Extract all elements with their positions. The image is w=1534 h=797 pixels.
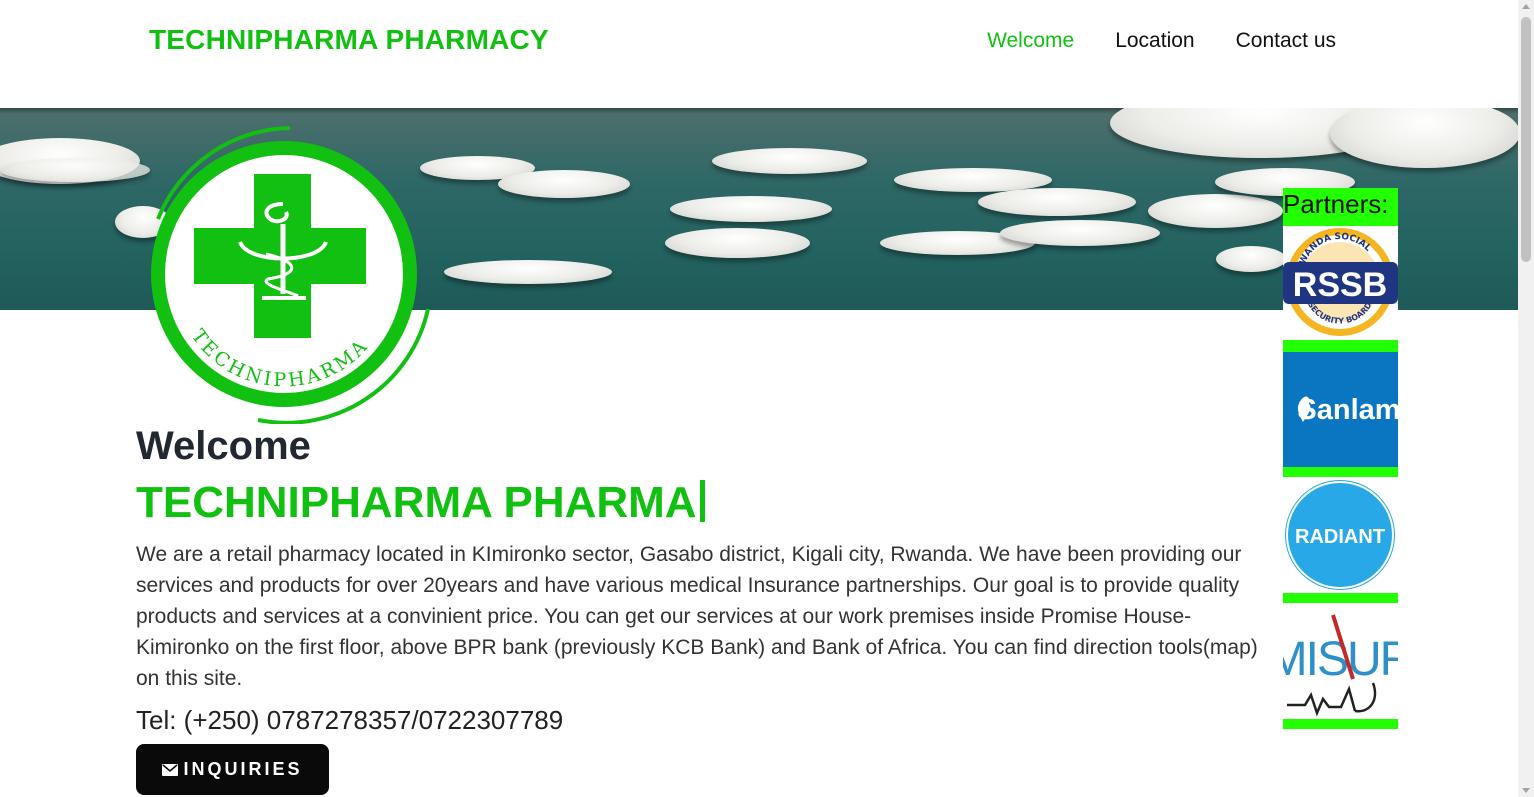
inquiries-label: INQUIRIES <box>183 759 303 779</box>
partners-title: Partners: <box>1283 188 1398 226</box>
typed-text: TECHNIPHARMA PHARMA <box>136 478 697 527</box>
pill-shape <box>1148 194 1283 228</box>
telephone-text: Tel: (+250) 0787278357/0722307789 <box>136 705 564 735</box>
partner-separator <box>1283 593 1398 603</box>
partner-rssb[interactable]: RWANDA SOCIAL SECURITY BOARD RSSB <box>1283 226 1398 340</box>
about-description: We are a retail pharmacy located in KImi… <box>136 543 1258 690</box>
pill-shape <box>1216 246 1286 272</box>
pill-shape <box>1000 220 1160 246</box>
radiant-logo-icon: RADIANT <box>1285 480 1395 590</box>
partner-radiant[interactable]: RADIANT <box>1283 477 1398 593</box>
partner-sanlam[interactable]: Sanlam <box>1283 352 1401 467</box>
typing-cursor <box>699 480 705 522</box>
brand-title[interactable]: TECHNIPHARMA PHARMACY <box>149 24 549 56</box>
partner-separator <box>1283 467 1398 477</box>
page-scrollbar[interactable] <box>1518 0 1534 797</box>
pill-shape <box>1330 108 1518 168</box>
sanlam-name: Sanlam <box>1297 394 1398 426</box>
scroll-up-arrow-icon[interactable] <box>1522 4 1530 9</box>
partner-separator <box>1283 340 1398 352</box>
sanlam-logo-icon: Sanlam <box>1283 352 1401 467</box>
welcome-heading: Welcome <box>136 424 311 468</box>
main-nav: Welcome Location Contact us <box>987 29 1336 53</box>
pill-shape <box>444 260 612 284</box>
misur-logo-icon: MISUR <box>1268 603 1415 719</box>
typed-heading: TECHNIPHARMA PHARMA <box>136 478 705 528</box>
technipharma-logo: TECHNIPHARMA <box>151 126 430 424</box>
inquiries-button[interactable]: INQUIRIES <box>136 744 329 795</box>
scrollbar-thumb[interactable] <box>1521 17 1531 262</box>
nav-welcome[interactable]: Welcome <box>987 29 1074 53</box>
pill-shape <box>665 228 810 258</box>
site-header: TECHNIPHARMA PHARMACY Welcome Location C… <box>0 0 1518 108</box>
pill-shape <box>0 158 150 182</box>
partner-misur[interactable]: MISUR <box>1268 603 1415 719</box>
partner-separator <box>1283 719 1398 729</box>
pill-shape <box>670 196 832 222</box>
mail-icon <box>162 763 179 776</box>
pill-shape <box>498 170 630 198</box>
scroll-down-arrow-icon[interactable] <box>1522 788 1530 793</box>
pill-shape <box>712 148 867 174</box>
nav-location[interactable]: Location <box>1115 29 1194 53</box>
pill-shape <box>978 188 1136 216</box>
rssb-name: RSSB <box>1293 266 1387 304</box>
rssb-logo-icon: RWANDA SOCIAL SECURITY BOARD RSSB <box>1283 228 1398 336</box>
radiant-name: RADIANT <box>1295 526 1385 548</box>
nav-contact-us[interactable]: Contact us <box>1236 29 1336 53</box>
partners-panel: Partners: RWANDA SOCIAL SECURITY BOARD R… <box>1268 188 1415 729</box>
